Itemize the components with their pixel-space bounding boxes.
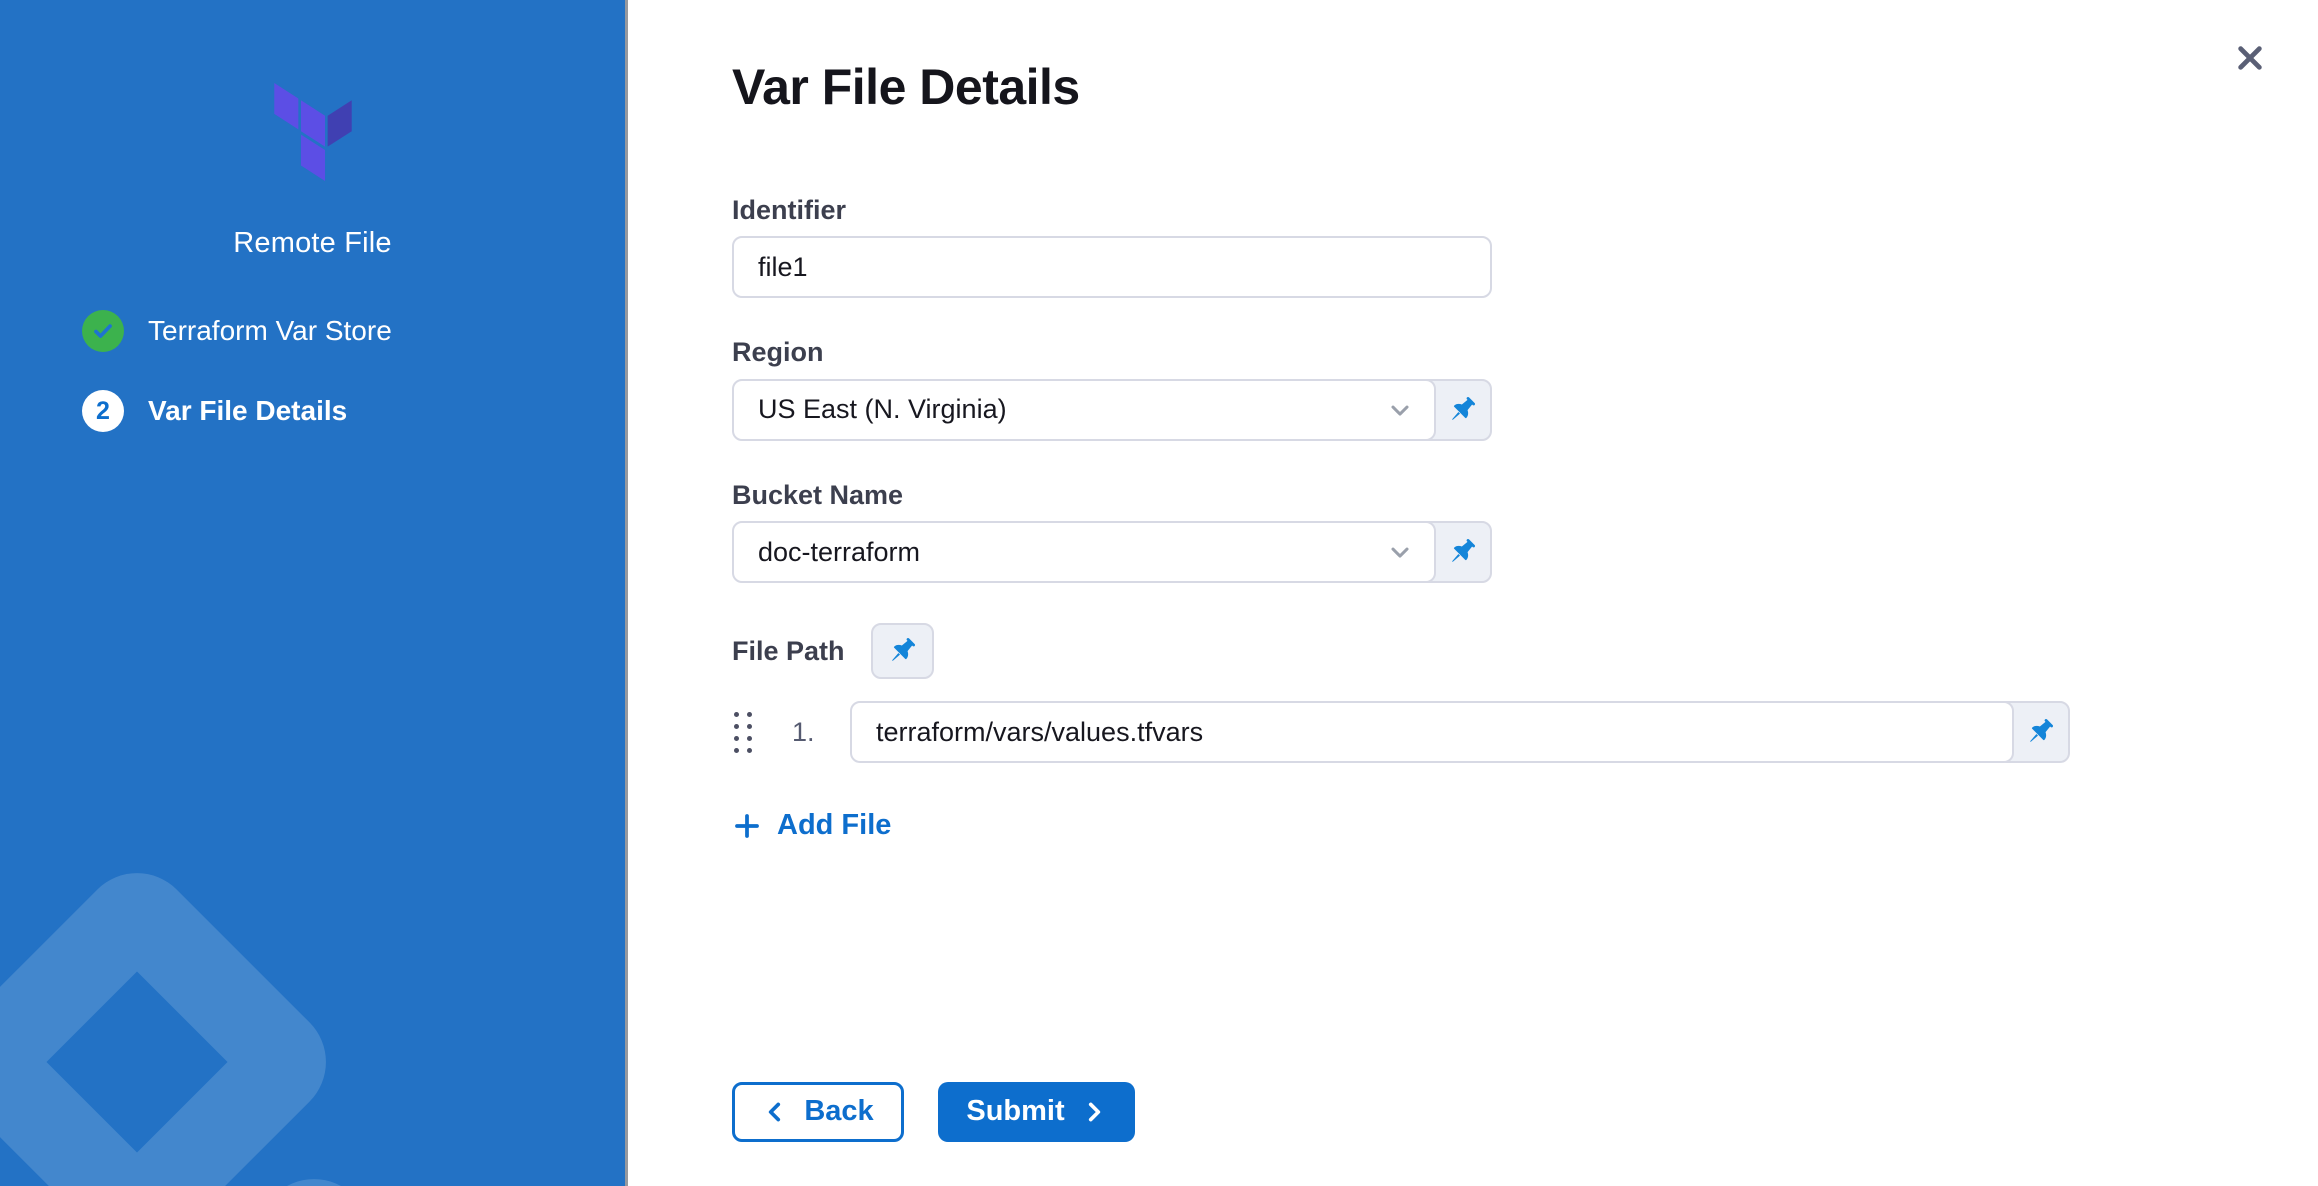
step-label: Terraform Var Store: [148, 315, 392, 347]
back-button-label: Back: [804, 1095, 873, 1128]
region-select[interactable]: US East (N. Virginia): [732, 379, 1436, 441]
bucket-name-label: Bucket Name: [732, 479, 1492, 511]
chevron-down-icon: [1386, 538, 1414, 566]
region-label: Region: [732, 336, 1492, 368]
drag-handle-icon[interactable]: [734, 712, 752, 753]
step-var-file-details[interactable]: 2 Var File Details: [82, 390, 625, 432]
step-number-badge: 2: [82, 390, 124, 432]
bucket-name-select[interactable]: doc-terraform: [732, 521, 1436, 583]
page-title: Var File Details: [732, 58, 2070, 116]
region-field-group: Region US East (N. Virginia): [732, 336, 1492, 440]
chevron-right-icon: [1081, 1099, 1107, 1125]
add-file-button[interactable]: Add File: [732, 809, 891, 842]
submit-button-label: Submit: [966, 1095, 1064, 1128]
pushpin-icon: [1445, 393, 1479, 427]
identifier-field-group: Identifier: [732, 194, 1492, 298]
plus-icon: [732, 811, 762, 841]
wizard-actions: Back Submit: [732, 1082, 2070, 1142]
pushpin-icon: [885, 634, 919, 668]
file-path-header: File Path: [732, 623, 2070, 679]
file-path-input[interactable]: [850, 701, 2014, 763]
watermark-diamond-top: [0, 850, 349, 1186]
submit-button[interactable]: Submit: [938, 1082, 1135, 1142]
region-selected-value: US East (N. Virginia): [758, 394, 1007, 425]
file-path-pin-button[interactable]: [871, 623, 934, 679]
step-completed-badge: [82, 310, 124, 352]
terraform-logo-icon: [269, 83, 357, 181]
bucket-name-field-group: Bucket Name doc-terraform: [732, 479, 1492, 583]
chevron-left-icon: [762, 1099, 788, 1125]
check-icon: [90, 318, 116, 344]
bucket-selected-value: doc-terraform: [758, 537, 920, 568]
step-terraform-var-store[interactable]: Terraform Var Store: [82, 310, 625, 352]
wizard-steps: Terraform Var Store 2 Var File Details: [82, 310, 625, 432]
identifier-input[interactable]: [732, 236, 1492, 298]
close-icon: [2234, 42, 2266, 74]
pushpin-icon: [2023, 715, 2057, 749]
add-file-label: Add File: [777, 809, 891, 842]
var-file-details-panel: Var File Details Identifier Region US Ea…: [628, 0, 2318, 1186]
back-button[interactable]: Back: [732, 1082, 904, 1142]
identifier-label: Identifier: [732, 194, 1492, 226]
file-row-index: 1.: [792, 717, 822, 748]
wizard-sidebar: Remote File Terraform Var Store 2 Var Fi…: [0, 0, 628, 1186]
file-path-label: File Path: [732, 635, 845, 667]
chevron-down-icon: [1386, 396, 1414, 424]
pushpin-icon: [1445, 535, 1479, 569]
file-path-row: 1.: [732, 701, 2070, 763]
close-button[interactable]: [2228, 36, 2272, 80]
wizard-title: Remote File: [0, 227, 625, 260]
step-label: Var File Details: [148, 395, 347, 427]
